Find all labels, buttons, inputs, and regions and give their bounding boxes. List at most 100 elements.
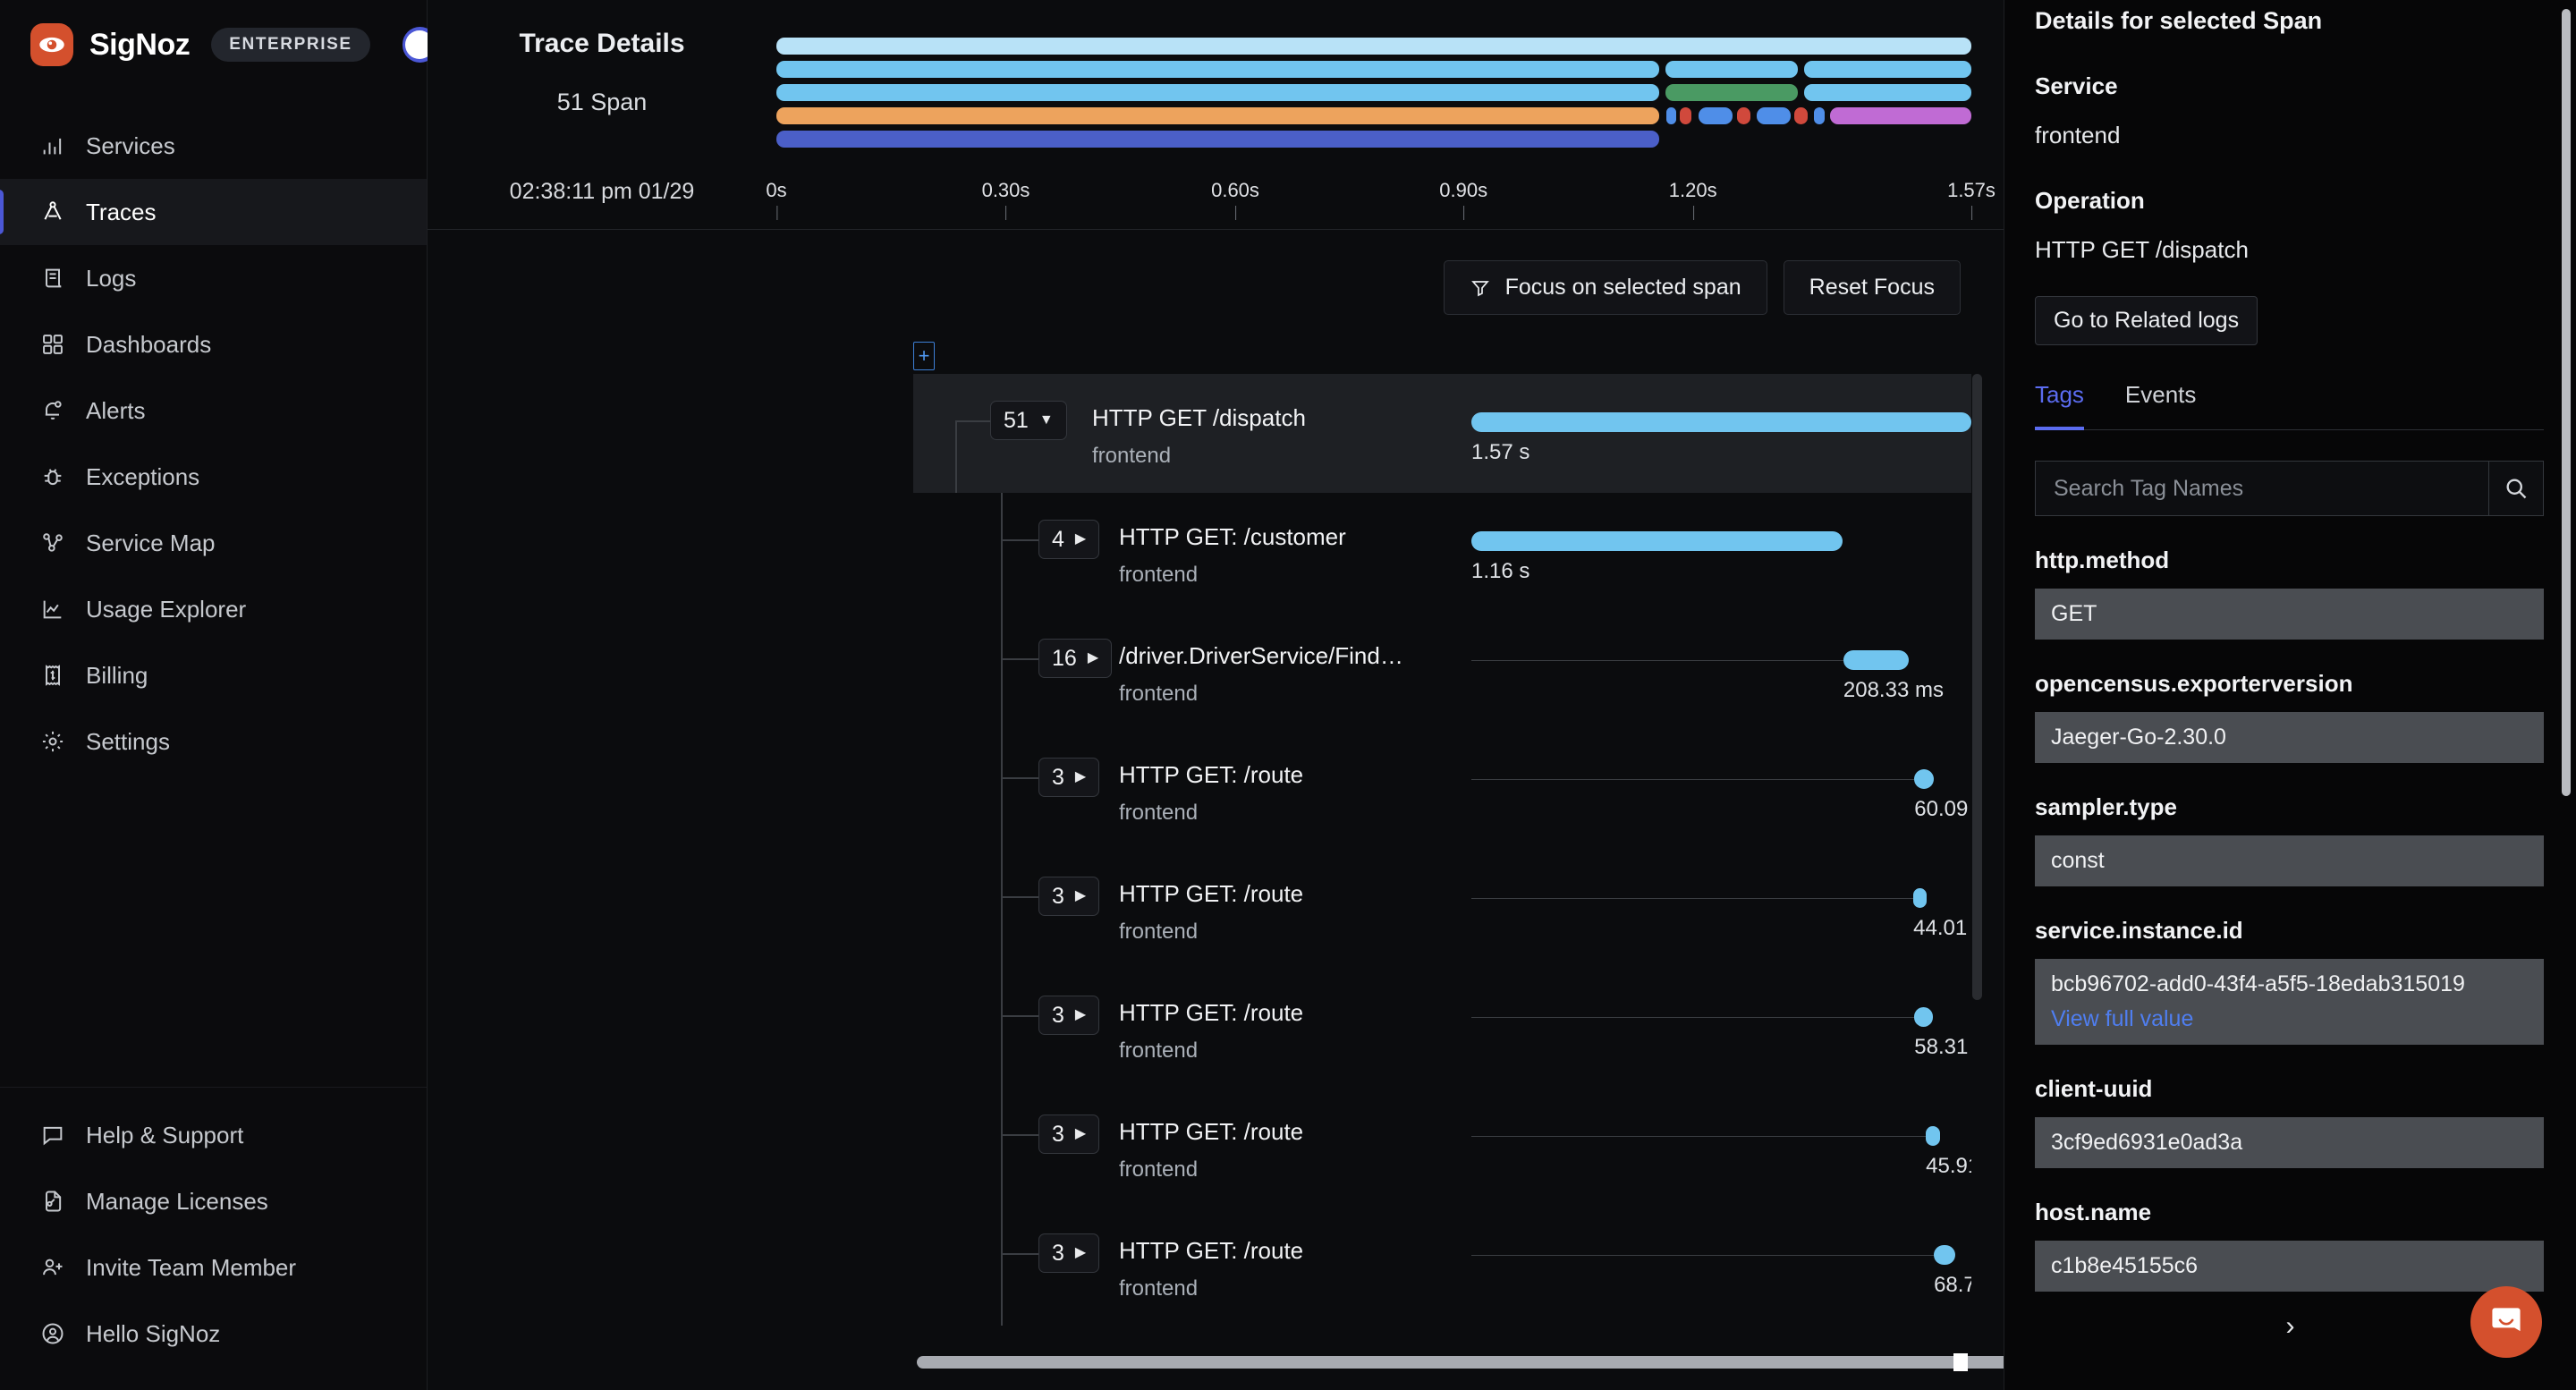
span-child-count-toggle[interactable]: 3 ▶: [1038, 877, 1100, 916]
chat-launcher-icon[interactable]: [2470, 1286, 2542, 1358]
expand-all-button[interactable]: +: [913, 342, 935, 370]
sidebar-item-help-support[interactable]: Help & Support: [0, 1102, 427, 1168]
span-child-count-toggle[interactable]: 3 ▶: [1038, 996, 1100, 1035]
span-duration-bar[interactable]: [1926, 1126, 1940, 1146]
minimap-row: [776, 107, 1971, 124]
minimap-row: [776, 131, 1971, 148]
tab-tags[interactable]: Tags: [2035, 381, 2084, 430]
tab-events[interactable]: Events: [2125, 381, 2197, 430]
sidebar-item-label: Manage Licenses: [86, 1187, 268, 1215]
sidebar-item-invite-team-member[interactable]: Invite Team Member: [0, 1234, 427, 1301]
span-duration-label: 58.31 ms: [1914, 1035, 1971, 1059]
span-duration-label: 60.09 ms: [1914, 797, 1971, 821]
span-duration-label: 68.70 m: [1934, 1273, 1971, 1297]
search-button[interactable]: [2488, 461, 2544, 516]
span-tree[interactable]: 51 ▼ HTTP GET /dispatch frontend 1.57 s 4 ▶ HTT…: [913, 374, 1971, 1336]
tree-vertical-scrollbar[interactable]: [1972, 374, 1982, 1000]
trace-title-block: Trace Details 51 Span: [428, 20, 776, 116]
span-child-count: 3: [1052, 1002, 1064, 1028]
axis-tick: 0.30s: [982, 179, 1030, 220]
minimap-segment: [776, 61, 1660, 78]
span-connector-line: [1471, 1136, 1927, 1137]
span-row-bars: 60.09 ms: [1471, 731, 1971, 850]
span-duration-bar[interactable]: [1914, 769, 1934, 789]
span-duration-label: 1.57 s: [1471, 440, 1530, 464]
focus-on-selected-span-button[interactable]: Focus on selected span: [1443, 260, 1767, 315]
span-child-count-toggle[interactable]: 3 ▶: [1038, 1233, 1100, 1273]
sidebar-item-label: Logs: [86, 264, 137, 292]
span-row[interactable]: 3▶HTTP GET: /routefrontend44.01 ms: [913, 850, 1971, 969]
operation-value: HTTP GET /dispatch: [2035, 236, 2249, 263]
sidebar-item-usage-explorer[interactable]: Usage Explorer: [0, 576, 427, 642]
axis-tick-mark: [1005, 206, 1007, 220]
span-operation-name: HTTP GET: /customer: [1119, 523, 1346, 550]
minimap-segment: [1666, 107, 1676, 124]
sidebar-item-traces[interactable]: Traces: [0, 179, 427, 245]
scrollbar-thumb[interactable]: [917, 1356, 2004, 1369]
span-child-count-toggle[interactable]: 3 ▶: [1038, 758, 1100, 797]
sidebar-item-label: Exceptions: [86, 462, 200, 490]
panel-scrollbar[interactable]: [2562, 9, 2571, 796]
sidebar-bottom-nav: Help & Support Manage Licenses Invite Te…: [0, 1087, 427, 1390]
span-details-panel: Details for selected Span Service fronte…: [2004, 0, 2576, 1390]
span-duration-bar[interactable]: [1914, 1007, 1933, 1027]
sidebar-item-user-account[interactable]: Hello SigNoz: [0, 1301, 427, 1367]
sidebar-item-alerts[interactable]: Alerts: [0, 377, 427, 444]
go-to-related-logs-button[interactable]: Go to Related logs: [2035, 296, 2258, 345]
span-duration-bar[interactable]: [1471, 531, 1843, 551]
tag-value: GET: [2035, 589, 2544, 640]
span-child-count-toggle[interactable]: 3 ▶: [1038, 1115, 1100, 1154]
span-row[interactable]: 3▶HTTP GET: /routefrontend45.91 ms: [913, 1088, 1971, 1207]
sidebar-item-label: Services: [86, 131, 175, 159]
axis-tick-mark: [1463, 206, 1465, 220]
focus-button-label: Focus on selected span: [1504, 275, 1741, 300]
sidebar-item-settings[interactable]: Settings: [0, 708, 427, 775]
reset-focus-button[interactable]: Reset Focus: [1783, 260, 1961, 315]
minimap-segment: [1813, 107, 1825, 124]
sidebar-item-manage-licenses[interactable]: Manage Licenses: [0, 1168, 427, 1234]
span-duration-bar[interactable]: [1843, 650, 1909, 670]
span-child-count: 3: [1052, 1240, 1064, 1266]
trace-minimap[interactable]: [776, 20, 2004, 154]
sidebar-item-logs[interactable]: Logs: [0, 245, 427, 311]
minimap-segment: [1794, 107, 1808, 124]
span-child-count-toggle[interactable]: 16 ▶: [1038, 639, 1113, 678]
span-row[interactable]: 51 ▼ HTTP GET /dispatch frontend 1.57 s: [913, 374, 1971, 493]
tag-key: host.name: [2035, 1199, 2152, 1225]
grid-icon: [39, 331, 66, 358]
span-child-count-toggle[interactable]: 4 ▶: [1038, 520, 1100, 559]
span-service-name: frontend: [1119, 682, 1199, 706]
sidebar-item-exceptions[interactable]: Exceptions: [0, 444, 427, 510]
span-row[interactable]: 3▶HTTP GET: /routefrontend58.31 ms: [913, 969, 1971, 1088]
scrollbar-end-marker: [1953, 1353, 1968, 1371]
span-row[interactable]: 16 ▶ /driver.DriverService/Find… frontend 20…: [913, 612, 1971, 731]
chevron-right-icon: ▶: [1074, 888, 1087, 903]
signoz-eye-logo-icon: [30, 23, 73, 66]
brand-name: SigNoz: [89, 27, 191, 62]
tree-horizontal-scrollbar[interactable]: [917, 1356, 2004, 1369]
sidebar: SigNoz ENTERPRISE 🌙 Services Traces Logs: [0, 0, 437, 1390]
tag-key: opencensus.exporterversion: [2035, 670, 2353, 697]
chat-bubble-icon: [39, 1122, 66, 1148]
tag-value: const: [2035, 835, 2544, 886]
sidebar-item-services[interactable]: Services: [0, 113, 427, 179]
span-child-count-toggle[interactable]: 51 ▼: [990, 401, 1067, 440]
sidebar-item-billing[interactable]: Billing: [0, 642, 427, 708]
span-row-left: 3 ▶ HTTP GET: /route frontend: [913, 1207, 1471, 1326]
tag-value: bcb96702-add0-43f4-a5f5-18edab315019 View…: [2035, 959, 2544, 1045]
brand-header: SigNoz ENTERPRISE 🌙: [0, 0, 437, 89]
view-full-value-link[interactable]: View full value: [2051, 1006, 2528, 1032]
span-row-left: 4 ▶ HTTP GET: /customer frontend: [913, 493, 1471, 612]
span-duration-bar[interactable]: [1913, 888, 1928, 908]
sidebar-item-dashboards[interactable]: Dashboards: [0, 311, 427, 377]
span-duration-bar[interactable]: [1471, 412, 1971, 432]
span-duration-bar[interactable]: [1934, 1245, 1956, 1265]
sidebar-item-service-map[interactable]: Service Map: [0, 510, 427, 576]
span-row-left: 16 ▶ /driver.DriverService/Find… frontend: [913, 612, 1471, 731]
search-input[interactable]: [2035, 461, 2488, 516]
span-row[interactable]: 3▶HTTP GET: /routefrontend60.09 ms: [913, 731, 1971, 850]
span-row[interactable]: 4 ▶ HTTP GET: /customer frontend 1.16 s: [913, 493, 1971, 612]
span-operation-name: HTTP GET: /route: [1119, 1237, 1304, 1264]
span-row[interactable]: 3▶HTTP GET: /routefrontend68.70 m: [913, 1207, 1971, 1326]
chevron-right-icon: ▶: [1074, 531, 1087, 547]
